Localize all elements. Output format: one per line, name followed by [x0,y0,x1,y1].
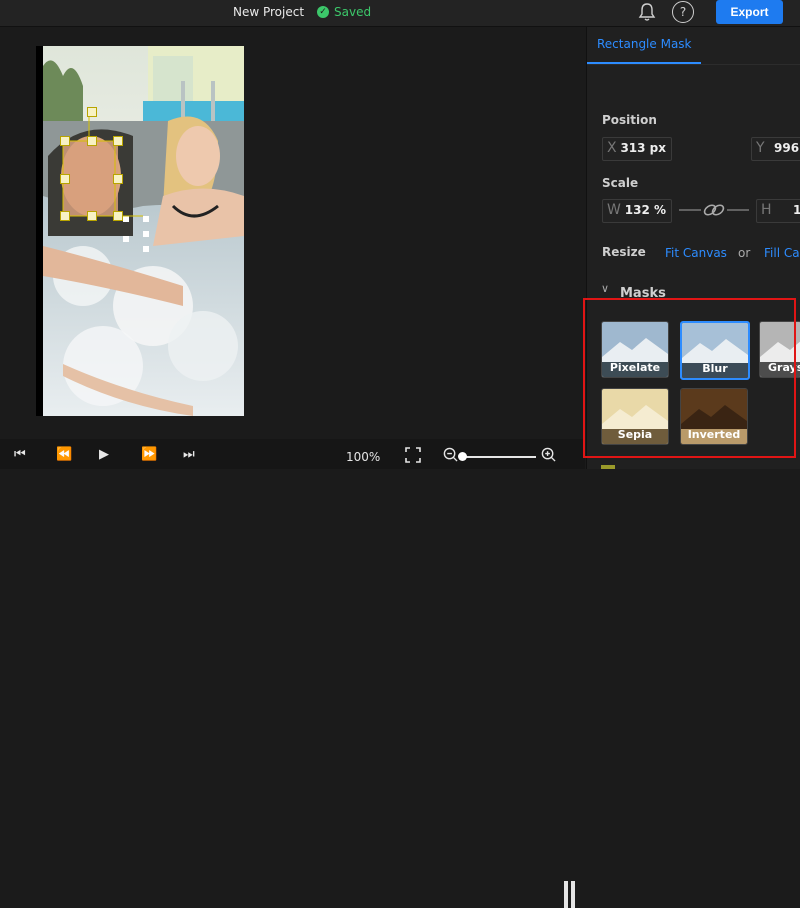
playback-controls: ⏮ ⏪ ▶ ⏩ ⏭ 100% [0,439,585,908]
chevron-down-icon[interactable]: ∨ [601,282,609,295]
canvas-stage [0,27,585,439]
resize-handle[interactable] [60,174,70,184]
panel-drag-handle[interactable] [563,879,577,908]
resize-handle[interactable] [87,136,97,146]
zoom-slider-track[interactable] [460,456,536,458]
resize-handle[interactable] [87,211,97,221]
fullscreen-icon[interactable] [404,447,422,463]
tab-divider [587,64,800,65]
check-icon: ✓ [317,6,329,18]
y-value: 996 [774,141,800,155]
saved-status: ✓ Saved [317,5,371,19]
scale-width-field[interactable]: W 132 % [602,199,672,223]
h-value: 1 [793,203,800,217]
help-icon[interactable]: ? [672,1,694,23]
scale-height-field[interactable]: H 1 [756,199,800,223]
zoom-out-icon[interactable] [443,447,458,462]
fit-canvas-link[interactable]: Fit Canvas [665,246,727,260]
saved-label: Saved [334,5,372,19]
skip-start-icon[interactable]: ⏮ [14,447,26,462]
link-icon[interactable] [678,199,750,221]
position-x-field[interactable]: X 313 px [602,137,672,161]
skip-end-icon[interactable]: ⏭ [183,447,195,462]
w-prefix: W [607,202,621,218]
fill-canvas-link[interactable]: Fill Ca [764,246,800,260]
tab-rectangle-mask[interactable]: Rectangle Mask [597,37,692,51]
video-frame[interactable] [36,46,244,416]
x-prefix: X [607,140,617,156]
or-label: or [738,246,751,260]
resize-handle[interactable] [60,211,70,221]
fast-forward-icon[interactable]: ⏩ [141,447,157,462]
x-value: 313 px [620,141,666,155]
zoom-level: 100% [346,450,381,464]
scale-label: Scale [602,176,639,190]
resize-handle[interactable] [113,136,123,146]
hot-tub-image [43,46,244,416]
play-icon[interactable]: ▶ [99,447,109,462]
zoom-slider-knob[interactable] [458,452,467,461]
h-prefix: H [761,202,772,218]
bell-icon[interactable] [637,2,657,22]
project-title[interactable]: New Project [233,5,304,19]
w-value: 132 % [624,203,666,217]
resize-handle[interactable] [87,107,97,117]
position-y-field[interactable]: Y 996 [751,137,800,161]
resize-handle[interactable] [60,136,70,146]
y-prefix: Y [756,140,765,156]
resize-label: Resize [602,245,646,259]
position-label: Position [602,113,657,127]
resize-handle[interactable] [113,174,123,184]
zoom-in-icon[interactable] [541,447,556,462]
rewind-icon[interactable]: ⏪ [56,447,72,462]
export-button[interactable]: Export [716,0,783,24]
resize-handle[interactable] [113,211,123,221]
top-bar: New Project ✓ Saved ? Export [0,0,800,27]
color-swatch [601,465,615,469]
highlight-box [583,298,796,458]
